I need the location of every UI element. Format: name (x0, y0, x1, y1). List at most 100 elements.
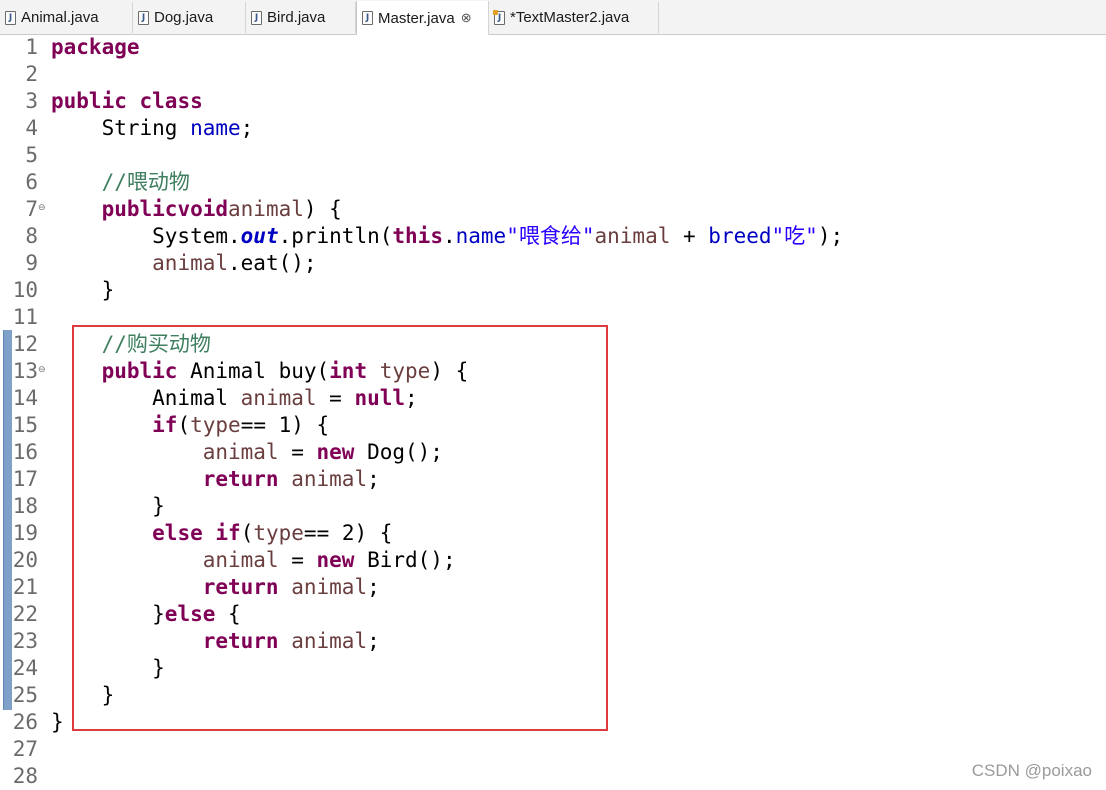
line-number: 25 (12, 683, 38, 707)
line-number: 11 (12, 305, 38, 329)
code-text: } (51, 683, 115, 707)
code-text: //喂动物 (101, 170, 190, 194)
line-number: 16 (12, 440, 38, 464)
tab-bird-java[interactable]: J Bird.java (246, 2, 356, 33)
code-line[interactable]: 14 Animal animal = null; (0, 385, 1106, 412)
code-line[interactable]: 9 animal.eat(); (0, 250, 1106, 277)
code-text: animal.eat(); (152, 251, 317, 275)
code-line[interactable]: 2 (0, 61, 1106, 88)
tab-textmaster2-java[interactable]: J *TextMaster2.java (489, 2, 659, 33)
code-text: Animal animal = null; (51, 386, 418, 410)
line-number: 28 (12, 764, 38, 788)
code-line[interactable]: 25 } (0, 682, 1106, 709)
line-number: 5 (25, 143, 38, 167)
line-number: 10 (12, 278, 38, 302)
line-number: 20 (12, 548, 38, 572)
line-number: 26 (12, 710, 38, 734)
line-number: 4 (25, 116, 38, 140)
code-text: return animal; (202, 467, 380, 491)
code-line[interactable]: 6 //喂动物 (0, 169, 1106, 196)
java-file-icon: J (362, 11, 373, 25)
line-number: 6 (25, 170, 38, 194)
code-line[interactable]: 12 //购买动物 (0, 331, 1106, 358)
code-line[interactable]: 5 (0, 142, 1106, 169)
java-file-icon: J (251, 10, 262, 25)
code-text: public Animal buy(int type) { (101, 359, 469, 383)
line-number: 15 (12, 413, 38, 437)
tab-dog-java[interactable]: J Dog.java (133, 2, 246, 33)
code-text: animal = new Bird(); (202, 548, 456, 572)
code-line[interactable]: 1 package (0, 34, 1106, 61)
line-number: 21 (12, 575, 38, 599)
java-file-icon: J (5, 10, 16, 25)
code-text: if(type== 1) { (152, 413, 330, 437)
code-line[interactable]: 22 }else { (0, 601, 1106, 628)
code-line[interactable]: 21 return animal; (0, 574, 1106, 601)
code-line[interactable]: 28 (0, 763, 1106, 790)
code-line[interactable]: 7 ⊖ publicvoidanimal) { (0, 196, 1106, 223)
line-number: 12 (12, 332, 38, 356)
code-line[interactable]: 3 public class (0, 88, 1106, 115)
tab-master-java[interactable]: J Master.java ⊗ (356, 1, 489, 35)
code-line[interactable]: 20 animal = new Bird(); (0, 547, 1106, 574)
code-line[interactable]: 8 System.out.println(this.name"喂食给"anima… (0, 223, 1106, 250)
line-number: 24 (12, 656, 38, 680)
java-file-icon: J (138, 10, 149, 25)
tab-label: Animal.java (21, 9, 99, 26)
code-line[interactable]: 11 (0, 304, 1106, 331)
fold-icon[interactable]: ⊖ (38, 204, 47, 213)
code-line[interactable]: 18 } (0, 493, 1106, 520)
line-number: 1 (25, 35, 38, 59)
code-line[interactable]: 4 String name; (0, 115, 1106, 142)
code-text: package (51, 35, 140, 59)
code-text: animal = new Dog(); (202, 440, 443, 464)
code-line[interactable]: 23 return animal; (0, 628, 1106, 655)
code-text: public class (51, 89, 203, 113)
line-number: 19 (12, 521, 38, 545)
tab-label: *TextMaster2.java (510, 9, 630, 26)
code-text: System.out.println(this.name"喂食给"animal … (51, 224, 844, 248)
tab-label: Dog.java (154, 9, 214, 26)
line-number: 14 (12, 386, 38, 410)
code-editor[interactable]: 1 package 2 3 public class 4 String name; 5 6… (0, 35, 1106, 789)
code-line[interactable]: 26} (0, 709, 1106, 736)
code-text: //购买动物 (101, 332, 211, 356)
code-text: return animal; (202, 575, 380, 599)
code-text: } (51, 710, 64, 734)
watermark: CSDN @poixao (971, 761, 1092, 780)
code-line[interactable]: 13 ⊖ public Animal buy(int type) { (0, 358, 1106, 385)
line-number: 17 (12, 467, 38, 491)
code-text: publicvoidanimal) { (101, 197, 342, 221)
close-tab-icon[interactable]: ⊗ (461, 10, 472, 26)
tab-label: Bird.java (267, 9, 326, 26)
line-number: 27 (12, 737, 38, 761)
line-number: 7 (25, 197, 38, 221)
line-number: 18 (12, 494, 38, 518)
java-file-icon: J (493, 9, 505, 25)
code-text: return animal; (202, 629, 380, 653)
code-line[interactable]: 27 (0, 736, 1106, 763)
line-number: 22 (12, 602, 38, 626)
code-line[interactable]: 16 animal = new Dog(); (0, 439, 1106, 466)
fold-icon[interactable]: ⊖ (38, 366, 47, 375)
line-number: 9 (25, 251, 38, 275)
code-text: } (51, 278, 115, 302)
code-line[interactable]: 15 if(type== 1) { (0, 412, 1106, 439)
tab-label: Master.java (378, 9, 455, 27)
code-text: String name; (51, 116, 254, 140)
code-text: } (51, 656, 165, 680)
code-line[interactable]: 17 return animal; (0, 466, 1106, 493)
line-number: 13 (12, 359, 38, 383)
line-number: 3 (25, 89, 38, 113)
line-number: 23 (12, 629, 38, 653)
code-line[interactable]: 24 } (0, 655, 1106, 682)
editor-tab-bar: J Animal.java J Dog.java J Bird.java J M… (0, 0, 1106, 35)
tab-animal-java[interactable]: J Animal.java (0, 2, 133, 33)
line-number: 2 (25, 62, 38, 86)
line-number: 8 (25, 224, 38, 248)
code-text: else if(type== 2) { (152, 521, 393, 545)
code-text: } (51, 494, 165, 518)
code-line[interactable]: 10 } (0, 277, 1106, 304)
code-line[interactable]: 19 else if(type== 2) { (0, 520, 1106, 547)
code-text: }else { (51, 602, 241, 626)
